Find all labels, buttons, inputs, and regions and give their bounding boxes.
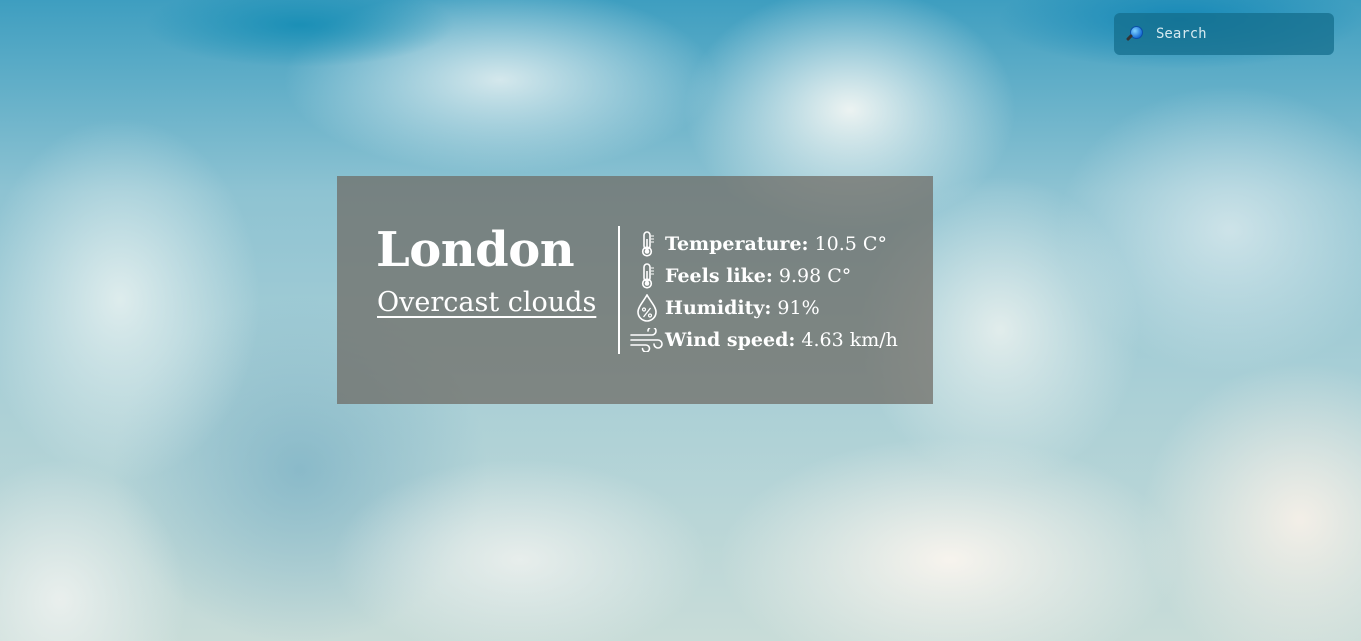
stat-value: 4.63 km/h bbox=[801, 329, 898, 351]
stat-label: Feels like: bbox=[665, 265, 773, 287]
stat-label: Temperature: bbox=[665, 233, 809, 255]
weather-stats: Temperature: 10.5 C° Feels like: 9.98 C° bbox=[629, 228, 898, 356]
stat-temperature: Temperature: 10.5 C° bbox=[629, 228, 898, 260]
stat-humidity: Humidity: 91% bbox=[629, 292, 898, 324]
search-input[interactable] bbox=[1154, 25, 1328, 43]
stat-value: 91% bbox=[777, 297, 820, 319]
stat-label: Humidity: bbox=[665, 297, 772, 319]
search-box[interactable] bbox=[1114, 13, 1334, 55]
thermometer-icon bbox=[629, 263, 665, 289]
stat-feels-like: Feels like: 9.98 C° bbox=[629, 260, 898, 292]
weather-description[interactable]: Overcast clouds bbox=[377, 288, 596, 318]
humidity-drop-icon bbox=[629, 294, 665, 322]
stat-value: 10.5 C° bbox=[814, 233, 887, 255]
stat-label: Wind speed: bbox=[665, 329, 796, 351]
thermometer-icon bbox=[629, 231, 665, 257]
weather-card: London Overcast clouds Temperature: 10.5… bbox=[337, 176, 933, 404]
stat-wind-speed: Wind speed: 4.63 km/h bbox=[629, 324, 898, 356]
divider bbox=[618, 226, 620, 354]
stat-value: 9.98 C° bbox=[778, 265, 852, 287]
wind-icon bbox=[629, 328, 665, 352]
city-name: London bbox=[376, 222, 575, 278]
search-icon bbox=[1125, 25, 1144, 43]
